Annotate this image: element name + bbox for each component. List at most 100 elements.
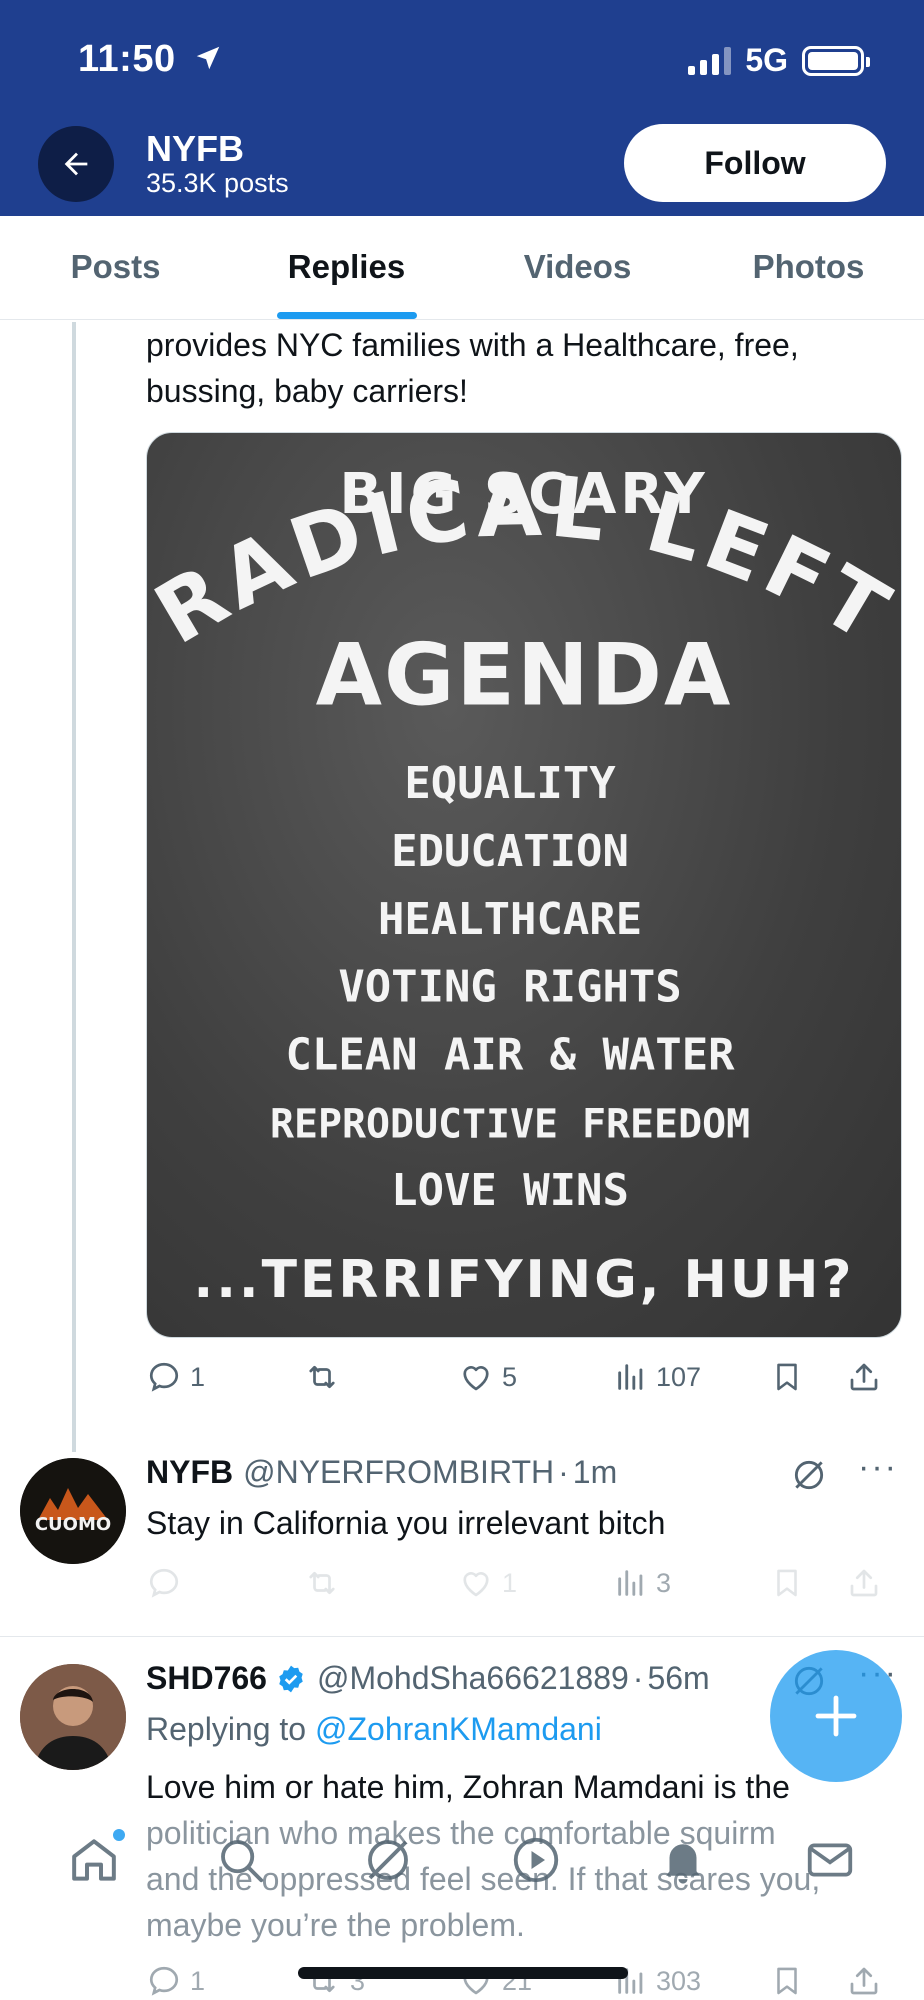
separator-dot: · — [558, 1454, 569, 1490]
home-icon — [71, 1839, 116, 1881]
poster-item: EQUALITY — [404, 758, 616, 809]
tab-posts[interactable]: Posts — [0, 216, 231, 319]
views-count: 303 — [656, 1965, 702, 1996]
bookmark-icon — [777, 1363, 797, 1391]
retweet-button[interactable] — [302, 1359, 458, 1395]
tweet-divider — [0, 1636, 924, 1637]
status-time-text: 11:50 — [78, 38, 176, 80]
reply-button[interactable]: 1 — [146, 1963, 302, 1999]
replying-prefix: Replying to — [146, 1711, 315, 1747]
tweet-text[interactable]: Stay in California you irrelevant bitch — [146, 1500, 665, 1546]
share-button[interactable] — [846, 1359, 896, 1395]
bookmark-button[interactable] — [770, 1963, 846, 1999]
battery-icon — [802, 45, 870, 76]
like-count: 5 — [502, 1361, 518, 1392]
tab-videos[interactable]: Videos — [462, 216, 693, 319]
views-count: 107 — [656, 1361, 702, 1392]
like-count: 1 — [502, 1567, 518, 1598]
network-label: 5G — [745, 42, 788, 78]
views-count: 3 — [656, 1567, 672, 1598]
status-time: 11:50 — [78, 38, 223, 81]
retweet-icon — [309, 1365, 335, 1389]
poster-graphic: BIG SCARY RADICAL LEFT AGENDA EQUALITY E… — [147, 457, 901, 1310]
poster-item: HEALTHCARE — [378, 894, 642, 945]
poster-item: VOTING RIGHTS — [338, 962, 681, 1013]
tweet-time[interactable]: 56m — [647, 1660, 709, 1697]
nav-videos[interactable] — [491, 1815, 581, 1905]
like-button[interactable]: 5 — [458, 1359, 614, 1395]
reply-icon — [149, 1362, 179, 1392]
avatar[interactable] — [20, 1664, 126, 1770]
retweet-button[interactable] — [302, 1565, 458, 1601]
nav-home[interactable] — [49, 1815, 139, 1905]
replying-to-link[interactable]: @ZohranKMamdani — [315, 1711, 602, 1747]
views-button[interactable]: 303 — [614, 1964, 770, 1998]
author-handle[interactable]: @MohdSha66621889 — [317, 1660, 629, 1697]
views-button[interactable]: 3 — [614, 1566, 770, 1600]
nav-grok[interactable] — [343, 1815, 433, 1905]
separator-dot: · — [632, 1660, 644, 1696]
play-icon — [513, 1837, 558, 1883]
tab-photos[interactable]: Photos — [693, 216, 924, 319]
views-button[interactable]: 107 — [614, 1360, 770, 1394]
tweet-actions: 1 5 107 — [146, 1352, 902, 1402]
tweet-actions: 1 3 — [146, 1558, 902, 1608]
heart-icon — [463, 1572, 489, 1597]
nav-search[interactable] — [196, 1815, 286, 1905]
tweet-text-line: bussing, baby carriers! — [146, 373, 468, 409]
bell-icon — [666, 1844, 700, 1884]
bookmark-button[interactable] — [770, 1359, 846, 1395]
bookmark-button[interactable] — [770, 1565, 846, 1601]
profile-tabs: Posts Replies Videos Photos — [0, 216, 924, 320]
nav-notifications[interactable] — [638, 1815, 728, 1905]
tweet-image[interactable]: BIG SCARY RADICAL LEFT AGENDA EQUALITY E… — [146, 432, 902, 1338]
verified-badge-icon — [279, 1665, 303, 1692]
share-icon — [850, 1363, 878, 1391]
views-icon — [618, 1364, 643, 1390]
author-name[interactable]: SHD766 — [146, 1660, 267, 1697]
views-icon — [618, 1570, 643, 1596]
more-options-icon[interactable]: ··· — [858, 1448, 898, 1487]
poster-bottom-line: ...TERRIFYING, HUH? — [194, 1250, 855, 1310]
home-indicator — [298, 1967, 628, 1979]
thread-line — [72, 322, 76, 1452]
back-button[interactable] — [38, 126, 114, 202]
author-handle[interactable]: @NYERFROMBIRTH — [243, 1454, 554, 1491]
compose-button[interactable] — [770, 1650, 902, 1782]
tweet-text[interactable]: provides NYC families with a Healthcare,… — [146, 322, 799, 414]
poster-item: EDUCATION — [391, 826, 629, 877]
avatar-image: CUOMO — [20, 1458, 126, 1564]
bookmark-icon — [777, 1967, 797, 1995]
author-name[interactable]: NYFB — [146, 1454, 233, 1491]
svg-text:CUOMO: CUOMO — [35, 1514, 111, 1535]
tab-replies[interactable]: Replies — [231, 216, 462, 319]
like-button[interactable]: 1 — [458, 1565, 614, 1601]
poster-item: REPRODUCTIVE FREEDOM — [270, 1101, 750, 1147]
poster-item: CLEAN AIR & WATER — [286, 1030, 736, 1081]
reply-button[interactable] — [146, 1565, 302, 1601]
grok-icon[interactable] — [790, 1456, 828, 1494]
reply-count: 1 — [190, 1965, 206, 1996]
signal-icon — [688, 46, 732, 75]
reply-button[interactable]: 1 — [146, 1359, 302, 1395]
reply-icon — [149, 1966, 179, 1996]
bottom-navigation — [0, 1800, 924, 1920]
follow-button[interactable]: Follow — [624, 124, 886, 202]
back-arrow-icon — [64, 152, 88, 176]
poster-item: LOVE WINS — [391, 1165, 629, 1216]
profile-header: 11:50 5G NYFB 35.3K posts Follow — [0, 0, 924, 216]
nav-messages[interactable] — [785, 1815, 875, 1905]
avatar-image — [20, 1664, 126, 1770]
tweet-time[interactable]: 1m — [573, 1454, 617, 1491]
share-icon — [850, 1967, 878, 1995]
share-button[interactable] — [846, 1963, 896, 1999]
tweet-author-row: SHD766 @MohdSha66621889 · 56m — [146, 1660, 710, 1697]
share-button[interactable] — [846, 1565, 896, 1601]
account-name: NYFB — [146, 128, 244, 169]
avatar[interactable]: CUOMO — [20, 1458, 126, 1564]
bookmark-icon — [777, 1569, 797, 1597]
heart-icon — [463, 1366, 489, 1391]
reply-icon — [149, 1568, 179, 1598]
post-count: 35.3K posts — [146, 168, 289, 198]
grok-icon — [368, 1840, 409, 1880]
